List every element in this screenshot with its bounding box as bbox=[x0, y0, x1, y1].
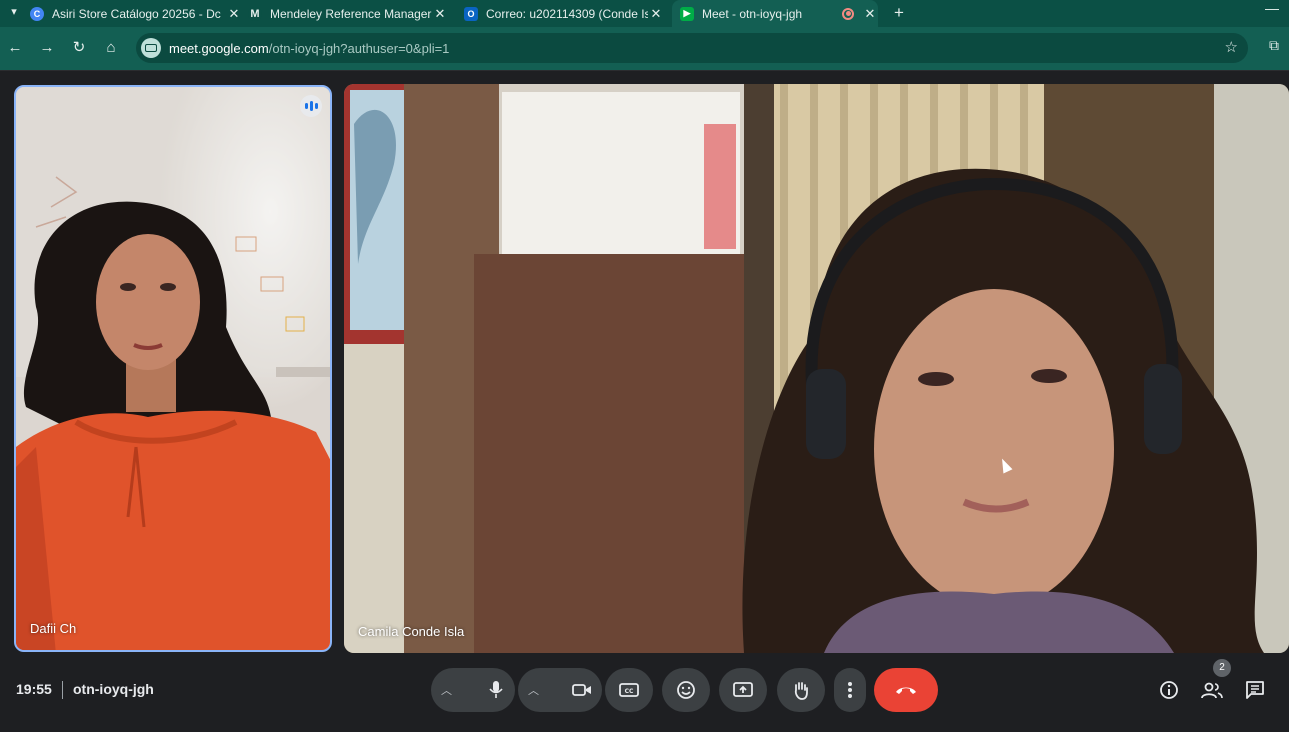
back-arrow-icon[interactable]: ← bbox=[4, 37, 26, 59]
address-bar[interactable]: meet.google.com/otn-ioyq-jgh?authuser=0&… bbox=[136, 33, 1248, 63]
forward-arrow-icon[interactable]: → bbox=[36, 37, 58, 59]
chrome-icon: C bbox=[30, 6, 44, 21]
close-tab-icon[interactable]: ✕ bbox=[862, 6, 878, 22]
browser-tab-strip: ▾ C Asiri Store Catálogo 20256 - Dc ✕ M … bbox=[0, 0, 1289, 27]
video-camera-icon bbox=[572, 684, 591, 696]
info-icon bbox=[1160, 681, 1178, 699]
close-tab-icon[interactable]: ✕ bbox=[226, 6, 242, 22]
recording-icon bbox=[842, 7, 854, 20]
more-vert-icon bbox=[848, 682, 852, 698]
closed-captions-icon: CC bbox=[619, 683, 639, 697]
participant-video-dafii bbox=[16, 87, 330, 650]
people-icon bbox=[1201, 682, 1223, 699]
tab-meet[interactable]: ▶ Meet - otn-ioyq-jgh ✕ bbox=[672, 0, 878, 27]
microphone-icon bbox=[489, 681, 503, 698]
participant-name: Camila Conde Isla bbox=[358, 624, 465, 639]
participant-tile-dafii[interactable]: Dafii Ch bbox=[14, 85, 332, 652]
meeting-clock: 19:55 bbox=[16, 681, 52, 697]
meet-icon: ▶ bbox=[680, 6, 694, 21]
outlook-icon: O bbox=[464, 6, 478, 21]
close-tab-icon[interactable]: ✕ bbox=[432, 6, 448, 22]
camera-button[interactable]: ︿ bbox=[518, 668, 602, 712]
new-tab-plus-icon[interactable]: + bbox=[890, 3, 908, 23]
hang-up-phone-icon bbox=[896, 687, 916, 694]
audio-options-chevron-icon[interactable]: ︿ bbox=[441, 682, 452, 698]
tab-asiri-store[interactable]: C Asiri Store Catálogo 20256 - Dc ✕ bbox=[30, 0, 242, 27]
raise-hand-icon bbox=[794, 682, 808, 700]
meet-control-bar: 19:55 otn-ioyq-jgh ︿ ︿ CC 2 bbox=[0, 655, 1289, 732]
url-text: meet.google.com/otn-ioyq-jgh?authuser=0&… bbox=[169, 40, 450, 56]
microphone-button[interactable]: ︿ bbox=[431, 668, 515, 712]
participant-name: Dafii Ch bbox=[30, 621, 77, 636]
bookmark-star-icon[interactable]: ☆ bbox=[1225, 38, 1238, 56]
meeting-details-button[interactable] bbox=[1158, 679, 1180, 701]
raise-hand-button[interactable] bbox=[777, 668, 825, 712]
emoji-icon bbox=[677, 681, 695, 699]
reactions-button[interactable] bbox=[662, 668, 710, 712]
toolbar-divider bbox=[0, 70, 1289, 71]
speaking-indicator-icon bbox=[300, 95, 322, 117]
site-info-icon[interactable] bbox=[141, 38, 161, 58]
browser-toolbar: ← → ↻ ⌂ meet.google.com/otn-ioyq-jgh?aut… bbox=[0, 27, 1289, 70]
close-tab-icon[interactable]: ✕ bbox=[648, 6, 664, 22]
mendeley-icon: M bbox=[248, 6, 262, 21]
chat-button[interactable] bbox=[1244, 679, 1266, 701]
participant-tile-camila[interactable]: Camila Conde Isla bbox=[344, 84, 1289, 653]
more-options-button[interactable] bbox=[834, 668, 866, 712]
tab-search-chevron-icon[interactable]: ▾ bbox=[4, 2, 24, 22]
participant-video-camila bbox=[344, 84, 1289, 653]
minimize-window-icon[interactable]: — bbox=[1262, 0, 1282, 20]
extensions-puzzle-icon[interactable]: ⧉ bbox=[1264, 37, 1284, 59]
tab-mendeley[interactable]: M Mendeley Reference Manager ✕ bbox=[248, 0, 448, 27]
leave-call-button[interactable] bbox=[874, 668, 938, 712]
reload-icon[interactable]: ↻ bbox=[68, 37, 90, 59]
tab-outlook[interactable]: O Correo: u202114309 (Conde Isl ✕ bbox=[464, 0, 664, 27]
captions-button[interactable]: CC bbox=[605, 668, 653, 712]
clock-separator bbox=[62, 681, 63, 699]
present-screen-icon bbox=[733, 682, 753, 697]
meeting-code: otn-ioyq-jgh bbox=[73, 681, 154, 697]
participant-count-badge: 2 bbox=[1213, 659, 1231, 677]
present-screen-button[interactable] bbox=[719, 668, 767, 712]
chat-icon bbox=[1246, 681, 1264, 699]
video-options-chevron-icon[interactable]: ︿ bbox=[528, 682, 539, 698]
people-button[interactable] bbox=[1201, 679, 1223, 701]
svg-text:CC: CC bbox=[625, 688, 634, 695]
home-icon[interactable]: ⌂ bbox=[100, 37, 122, 59]
